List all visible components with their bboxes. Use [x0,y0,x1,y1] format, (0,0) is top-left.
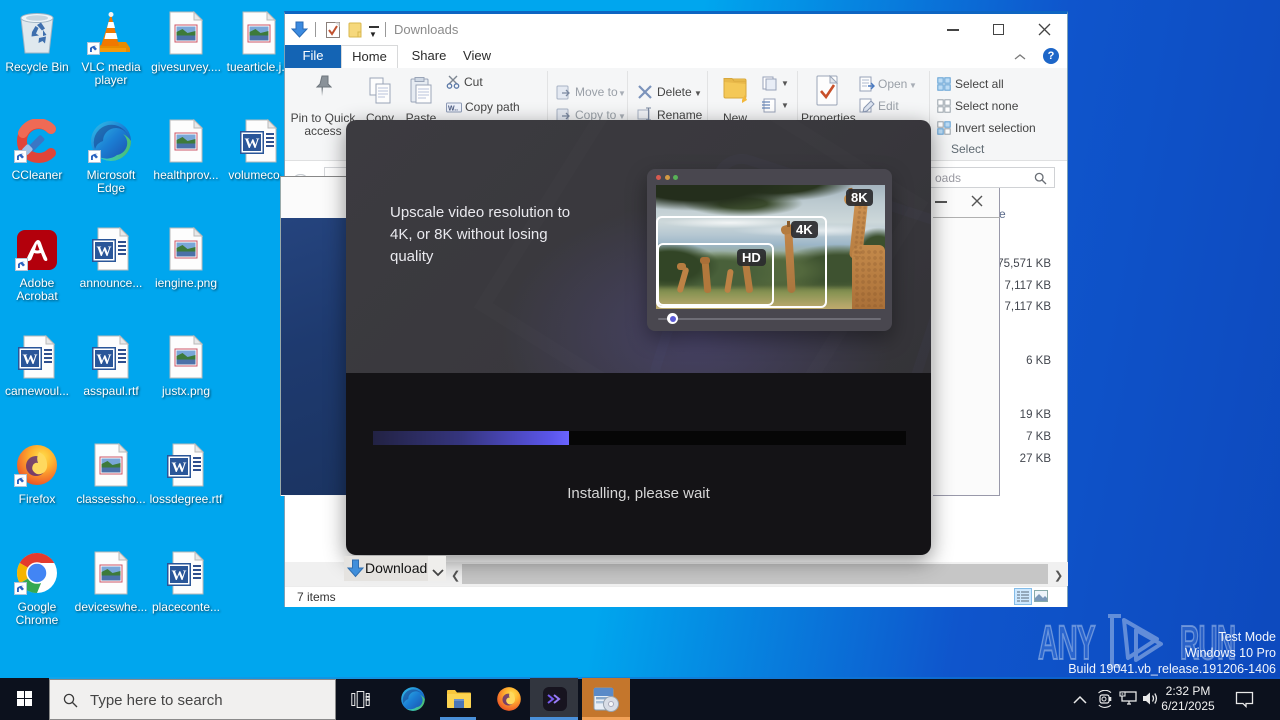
svg-text:W: W [245,136,260,152]
svg-text:W: W [172,460,187,476]
svg-text:W: W [172,568,187,584]
svg-text:W..: W.. [448,106,458,113]
svg-text:W: W [97,244,112,260]
svg-text:W: W [23,352,38,368]
svg-text:W: W [97,352,112,368]
